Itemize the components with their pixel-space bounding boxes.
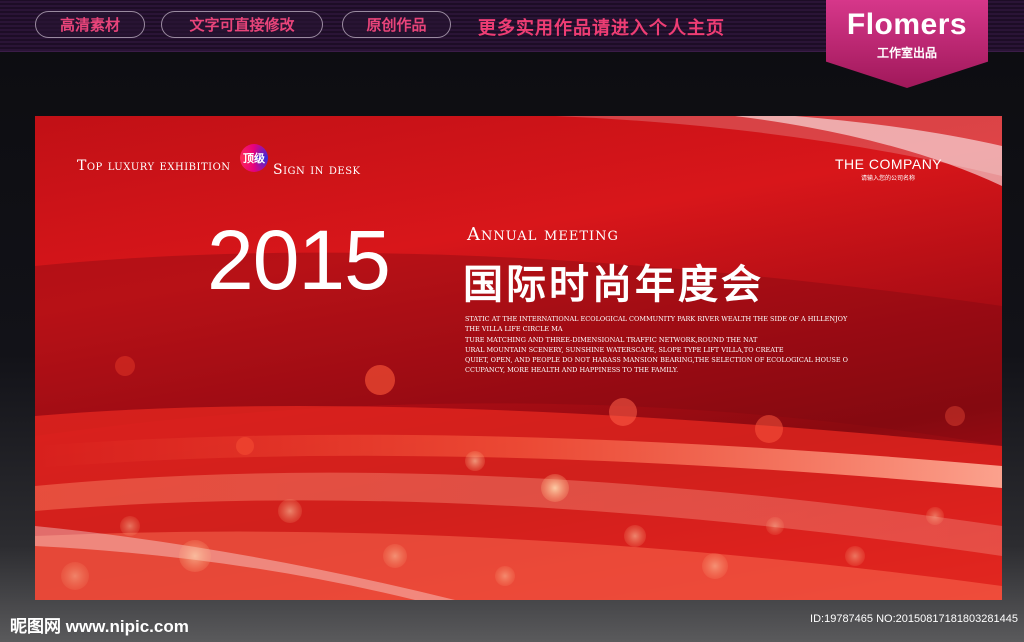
company-subtitle: 请输入您的公司名称 [861, 175, 916, 182]
event-year: 2015 [207, 213, 391, 307]
hd-material-button[interactable]: 高清素材 [35, 11, 145, 38]
logo-sub: 工作室出品 [876, 46, 937, 60]
tagline-sign-in: Sign in desk [273, 162, 361, 178]
flomers-logo[interactable]: Flomers 工作室出品 [826, 0, 988, 88]
tagline-luxury: Top luxury exhibition [77, 158, 231, 174]
promo-link[interactable]: 更多实用作品请进入个人主页 [478, 14, 725, 40]
editable-text-button[interactable]: 文字可直接修改 [161, 11, 323, 38]
description-line: THE VILLA LIFE CIRCLE MA [465, 325, 563, 334]
top-grade-badge: 顶级 [240, 144, 268, 172]
annual-meeting-label: Annual meeting [467, 224, 619, 245]
description-line: URAL MOUNTAIN SCENERY, SUNSHINE WATERSCA… [465, 345, 784, 354]
poster-image: Top luxury exhibition 顶级 Sign in desk TH… [35, 116, 1002, 600]
original-work-button[interactable]: 原创作品 [342, 11, 451, 38]
description-line: QUIET, OPEN, AND PEOPLE DO NOT HARASS MA… [465, 356, 848, 365]
description-line: TURE MATCHING AND THREE-DIMENSIONAL TRAF… [465, 335, 758, 344]
image-id-watermark: ID:19787465 NO:20150817181803281445 [810, 613, 1018, 625]
event-description: STATIC AT THE INTERNATIONAL ECOLOGICAL C… [465, 314, 848, 376]
description-line: CCUPANCY, MORE HEALTH AND HAPPINESS TO T… [465, 366, 679, 375]
description-line: STATIC AT THE INTERNATIONAL ECOLOGICAL C… [465, 315, 848, 323]
event-title: 国际时尚年度会 [463, 262, 764, 308]
company-name: THE COMPANY [835, 156, 943, 172]
logo-brand: Flomers [846, 8, 968, 41]
site-watermark: 昵图网 www.nipic.com [10, 617, 189, 636]
